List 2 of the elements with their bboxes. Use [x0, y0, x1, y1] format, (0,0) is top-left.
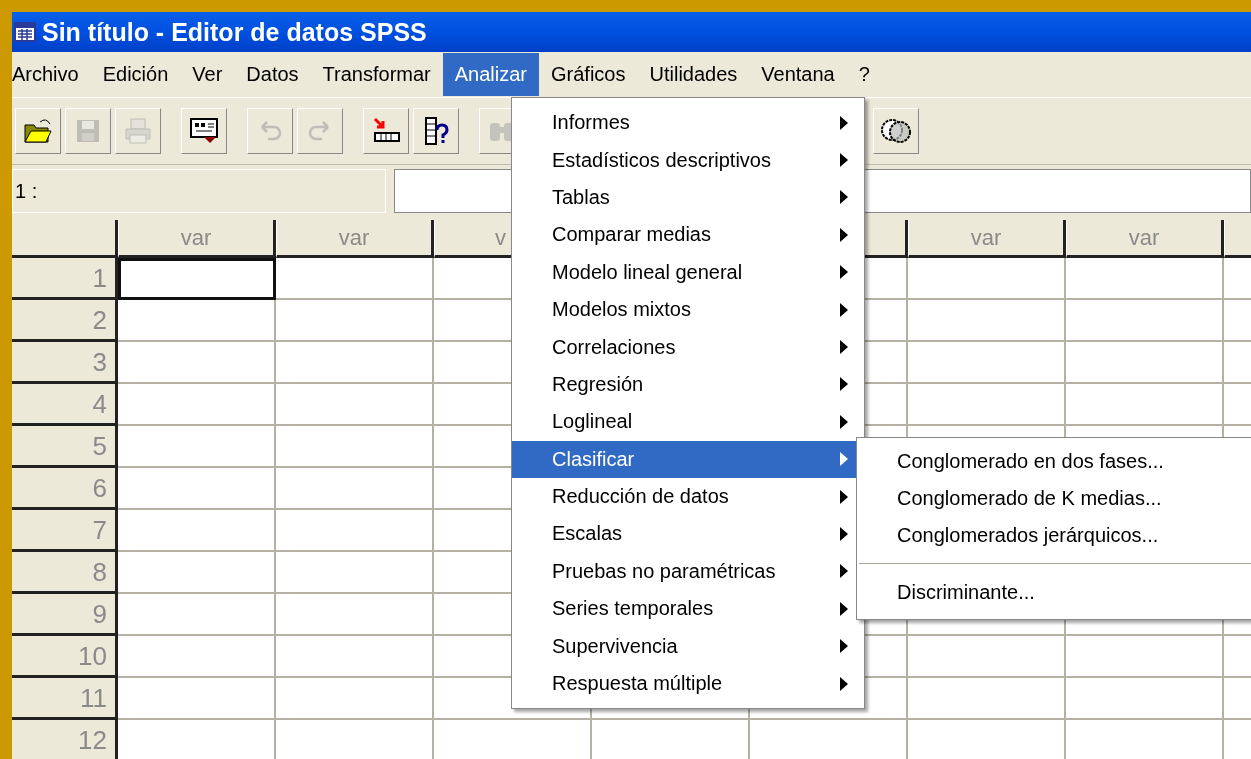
window-title: Sin título - Editor de datos SPSS	[42, 17, 427, 47]
cell-reference: 1 :	[12, 169, 386, 213]
